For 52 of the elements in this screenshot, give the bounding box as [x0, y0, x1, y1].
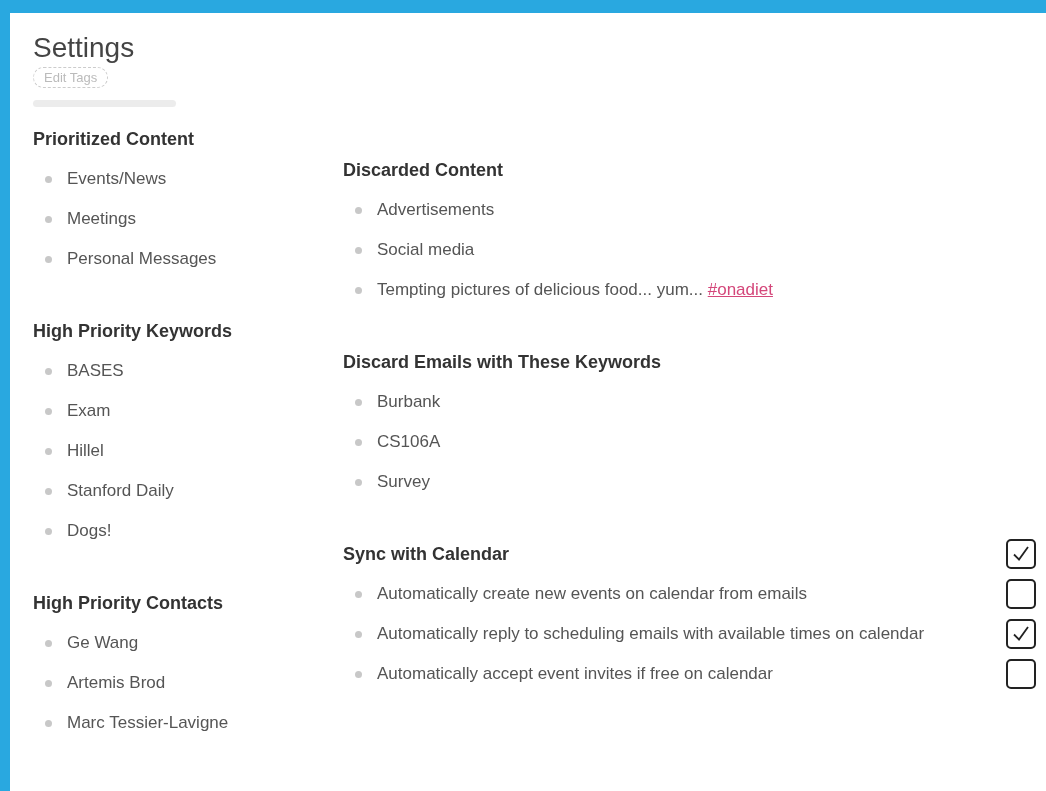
- section-heading: Sync with Calendar: [343, 543, 510, 565]
- list-item-text: Events/News: [67, 169, 167, 189]
- bullet-icon: [355, 630, 362, 638]
- bullet-icon: [45, 679, 52, 687]
- checkbox[interactable]: [1006, 659, 1036, 689]
- bullet-icon: [355, 478, 362, 486]
- bullet-icon: [45, 639, 52, 647]
- bullet-icon: [355, 286, 362, 294]
- list-item-text: Social media: [377, 240, 475, 260]
- list-item-text: Burbank: [377, 392, 441, 412]
- bullet-icon: [355, 206, 362, 214]
- list-item-text: Personal Messages: [67, 249, 217, 269]
- list-item-text: Hillel: [67, 441, 104, 461]
- bullet-icon: [355, 590, 362, 598]
- checkbox[interactable]: [1006, 539, 1036, 569]
- list-item-text: BASES: [67, 361, 124, 381]
- list-item-text: Tempting pictures of delicious food... yum... #onadiet: [377, 280, 773, 300]
- list-item-text: Artemis Brod: [67, 673, 166, 693]
- bullet-icon: [45, 175, 52, 183]
- section-heading: High Priority Contacts: [33, 592, 224, 614]
- section-heading: Discarded Content: [343, 159, 504, 181]
- section-heading: Prioritized Content: [33, 128, 194, 150]
- bullet-icon: [355, 670, 362, 678]
- bullet-icon: [45, 487, 52, 495]
- bullet-icon: [355, 398, 362, 406]
- list-item-text: Automatically accept event invites if free on calendar: [377, 664, 773, 684]
- bullet-icon: [45, 215, 52, 223]
- list-item-text: Automatically reply to scheduling emails with available times on calendar: [377, 624, 925, 644]
- bullet-icon: [45, 719, 52, 727]
- bullet-icon: [355, 438, 362, 446]
- bullet-icon: [45, 407, 52, 415]
- hashtag-link[interactable]: #onadiet: [707, 280, 773, 299]
- list-item-text: CS106A: [377, 432, 441, 452]
- list-item-text: Survey: [377, 472, 430, 492]
- bullet-icon: [45, 527, 52, 535]
- bullet-icon: [45, 447, 52, 455]
- list-item-text: Meetings: [67, 209, 136, 229]
- list-item-text: Ge Wang: [67, 633, 139, 653]
- section-heading: High Priority Keywords: [33, 320, 233, 342]
- checkbox[interactable]: [1006, 579, 1036, 609]
- page-title: Settings: [33, 31, 136, 65]
- bullet-icon: [45, 255, 52, 263]
- bullet-icon: [45, 367, 52, 375]
- section-heading: Discard Emails with These Keywords: [343, 351, 662, 373]
- list-item-text: Dogs!: [67, 521, 112, 541]
- checkbox[interactable]: [1006, 619, 1036, 649]
- list-item-text: Marc Tessier-Lavigne: [67, 713, 229, 733]
- list-item-text: Advertisements: [377, 200, 495, 220]
- list-item-text: Stanford Daily: [67, 481, 174, 501]
- bullet-icon: [355, 246, 362, 254]
- list-item-text: Automatically create new events on calendar from emails: [377, 584, 807, 604]
- list-item-text: Exam: [67, 401, 111, 421]
